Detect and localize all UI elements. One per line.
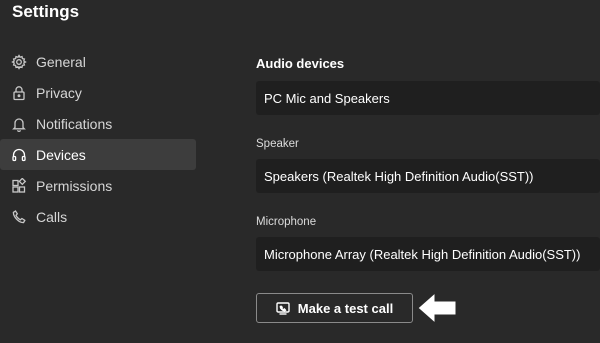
sidebar-item-devices[interactable]: Devices: [0, 139, 196, 170]
sidebar-item-notifications[interactable]: Notifications: [0, 108, 196, 139]
sidebar-item-general[interactable]: General: [0, 46, 196, 77]
sidebar-item-label: Notifications: [36, 115, 113, 132]
microphone-dropdown[interactable]: Microphone Array (Realtek High Definitio…: [256, 237, 600, 271]
page-title: Settings: [12, 2, 80, 21]
sidebar-item-label: Permissions: [36, 177, 113, 194]
speaker-dropdown[interactable]: Speakers (Realtek High Definition Audio(…: [256, 159, 600, 193]
grid-icon: [11, 177, 27, 194]
lock-icon: [11, 85, 27, 101]
sidebar-item-label: Devices: [36, 146, 86, 163]
section-heading: Audio devices: [256, 56, 345, 71]
sidebar: General Privacy Notifications Devices Pe…: [0, 46, 196, 232]
arrow-left-icon: [417, 291, 457, 325]
gear-icon: [11, 53, 27, 70]
make-test-call-button[interactable]: Make a test call: [256, 293, 413, 323]
sidebar-item-calls[interactable]: Calls: [0, 201, 196, 232]
speaker-value: Speakers (Realtek High Definition Audio(…: [264, 168, 534, 184]
microphone-label: Microphone: [256, 216, 317, 228]
phone-icon: [11, 209, 27, 225]
sidebar-item-label: Calls: [36, 208, 68, 225]
sidebar-item-permissions[interactable]: Permissions: [0, 170, 196, 201]
bell-icon: [11, 116, 27, 132]
sidebar-item-privacy[interactable]: Privacy: [0, 77, 196, 108]
sidebar-item-label: Privacy: [36, 84, 82, 101]
test-call-icon: [276, 301, 290, 315]
make-test-call-label: Make a test call: [297, 300, 394, 316]
sidebar-item-label: General: [36, 53, 86, 70]
headset-icon: [11, 147, 27, 163]
speaker-label: Speaker: [256, 138, 299, 150]
audio-device-dropdown[interactable]: PC Mic and Speakers: [256, 81, 600, 115]
audio-device-value: PC Mic and Speakers: [264, 90, 390, 106]
microphone-value: Microphone Array (Realtek High Definitio…: [264, 246, 581, 262]
